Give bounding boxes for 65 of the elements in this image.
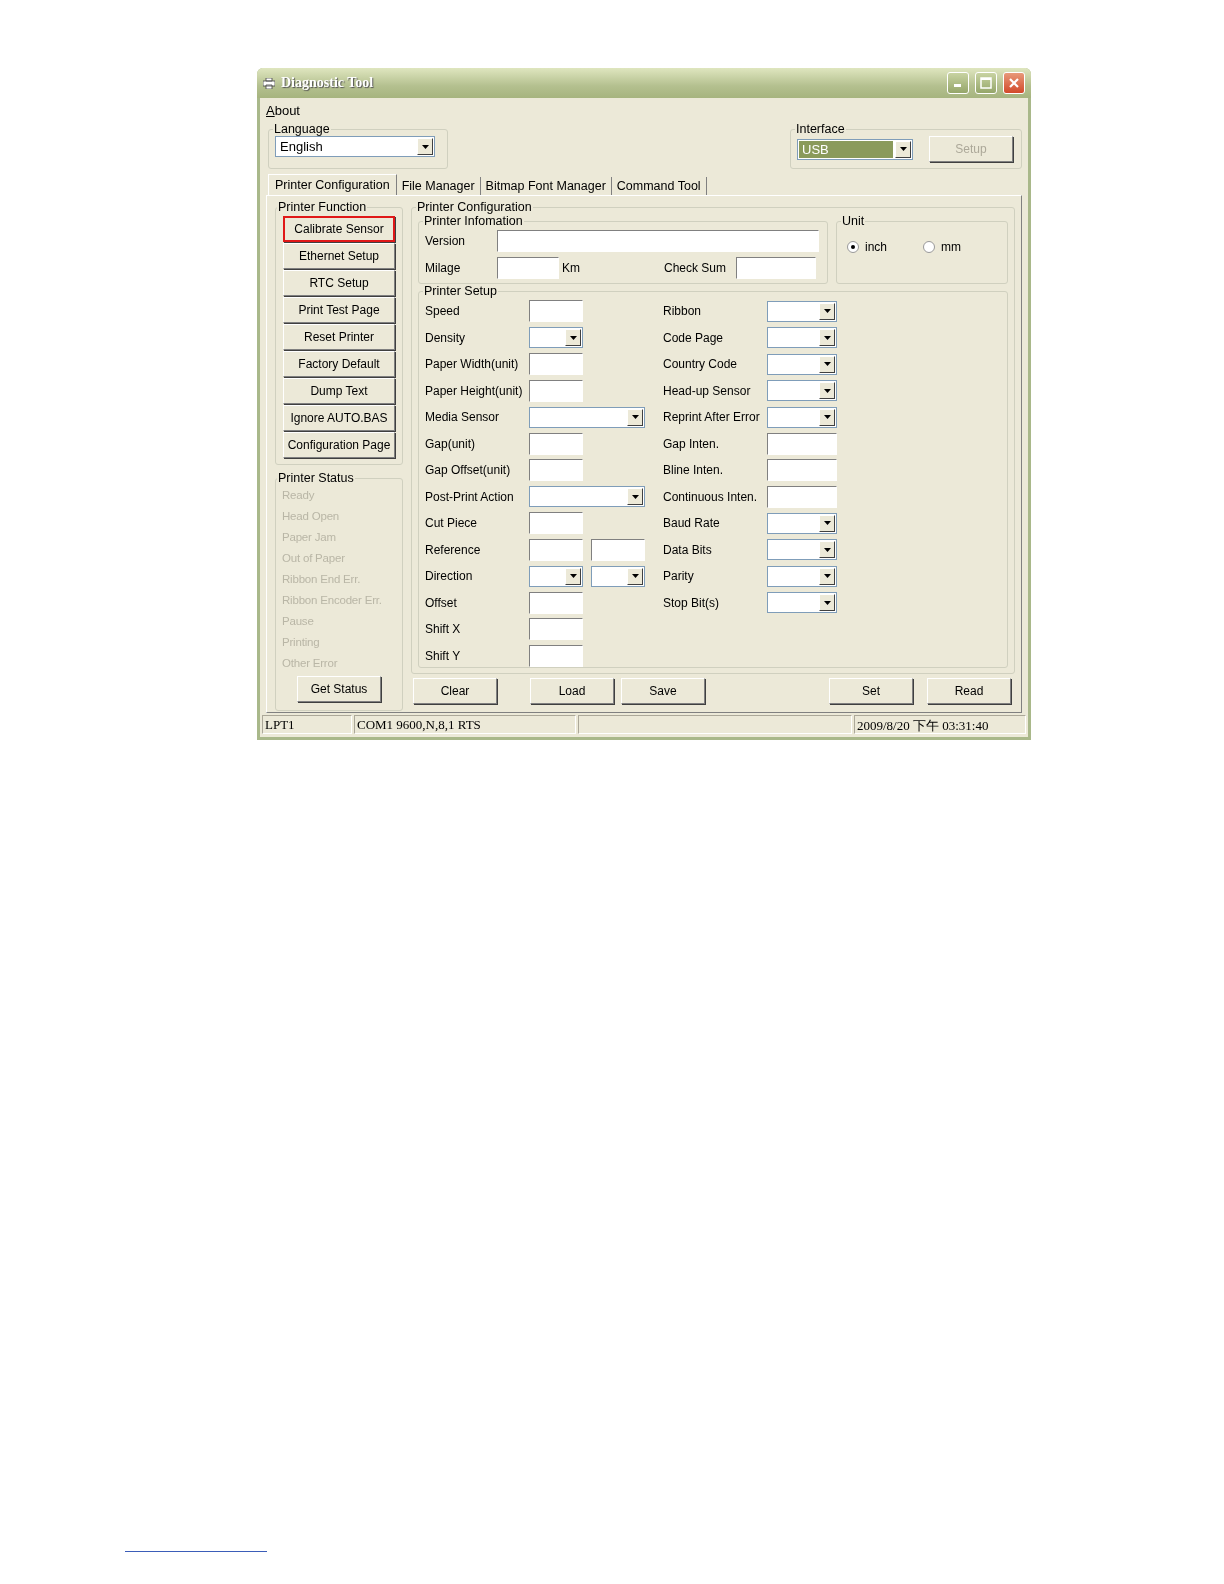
dropdown-field[interactable]: English: [275, 136, 435, 157]
function-button[interactable]: Configuration Page: [283, 432, 395, 458]
status-pane: COM1 9600,N,8,1 RTS: [354, 715, 576, 734]
action-button[interactable]: Load: [530, 678, 614, 704]
field-label: Code Page: [663, 330, 725, 345]
get-status-button[interactable]: Get Status: [297, 676, 381, 702]
field-label: Density: [425, 330, 466, 345]
group-label: Printer Infomation: [423, 214, 524, 228]
field-label: Ribbon: [663, 304, 703, 319]
group-label: Printer Configuration: [416, 200, 533, 214]
function-button[interactable]: Reset Printer: [283, 324, 395, 350]
action-button[interactable]: Clear: [413, 678, 497, 704]
group-label: Language: [273, 122, 331, 136]
field-label: Continuous Inten.: [663, 489, 759, 504]
function-button[interactable]: Dump Text: [283, 378, 395, 404]
field-label: Parity: [663, 569, 695, 584]
action-button[interactable]: Read: [927, 678, 1011, 704]
unit-label: Km: [561, 260, 581, 275]
tab[interactable]: Bitmap Font Manager: [480, 177, 612, 195]
field-label: Shift Y: [425, 648, 462, 663]
field-label: Gap Offset(unit): [425, 463, 512, 478]
group-label: Interface: [795, 122, 846, 136]
tab[interactable]: Command Tool: [611, 177, 707, 195]
field-label: Stop Bit(s): [663, 595, 720, 610]
field-label: Gap(unit): [425, 436, 477, 451]
group-label: Unit: [841, 214, 866, 228]
field-label: Check Sum: [664, 260, 728, 275]
field-label: Version: [425, 234, 467, 249]
field-label: Data Bits: [663, 542, 713, 557]
window-title: Diagnostic Tool: [281, 75, 375, 91]
field-label: Reprint After Error: [663, 410, 761, 425]
function-button[interactable]: Ignore AUTO.BAS: [283, 405, 395, 431]
function-button[interactable]: Calibrate Sensor: [283, 216, 395, 242]
field-label: Milage: [425, 260, 462, 275]
field-label: Cut Piece: [425, 516, 479, 531]
field-label: Offset: [425, 595, 458, 610]
status-pane: LPT1: [262, 715, 352, 734]
group-label: Printer Status: [277, 471, 355, 485]
field-label: Gap Inten.: [663, 436, 721, 451]
field-label: Speed: [425, 304, 461, 319]
field-label: Bline Inten.: [663, 463, 725, 478]
field-label: Baud Rate: [663, 516, 721, 531]
tab[interactable]: File Manager: [396, 177, 481, 195]
status-pane: 2009/8/20 下午 03:31:40: [854, 715, 1026, 734]
field-label: Media Sensor: [425, 410, 501, 425]
group-label: Printer Setup: [423, 284, 498, 298]
field-label: Post-Print Action: [425, 489, 515, 504]
field-label: Direction: [425, 569, 474, 584]
radio-label: inch: [865, 240, 887, 254]
field-label: Head-up Sensor: [663, 383, 752, 398]
field-label: Shift X: [425, 622, 462, 637]
field-label: Country Code: [663, 357, 739, 372]
function-button[interactable]: RTC Setup: [283, 270, 395, 296]
field-label: Paper Height(unit): [425, 383, 524, 398]
action-button[interactable]: Set: [829, 678, 913, 704]
group-label: Printer Function: [277, 200, 368, 214]
function-button[interactable]: Factory Default: [283, 351, 395, 377]
field-label: Paper Width(unit): [425, 357, 520, 372]
action-button[interactable]: Save: [621, 678, 705, 704]
tab[interactable]: Printer Configuration: [268, 174, 397, 196]
radio-label: mm: [941, 240, 961, 254]
menu-item[interactable]: About: [266, 102, 300, 118]
function-button[interactable]: Ethernet Setup: [283, 243, 395, 269]
function-button[interactable]: Print Test Page: [283, 297, 395, 323]
field-label: Reference: [425, 542, 482, 557]
